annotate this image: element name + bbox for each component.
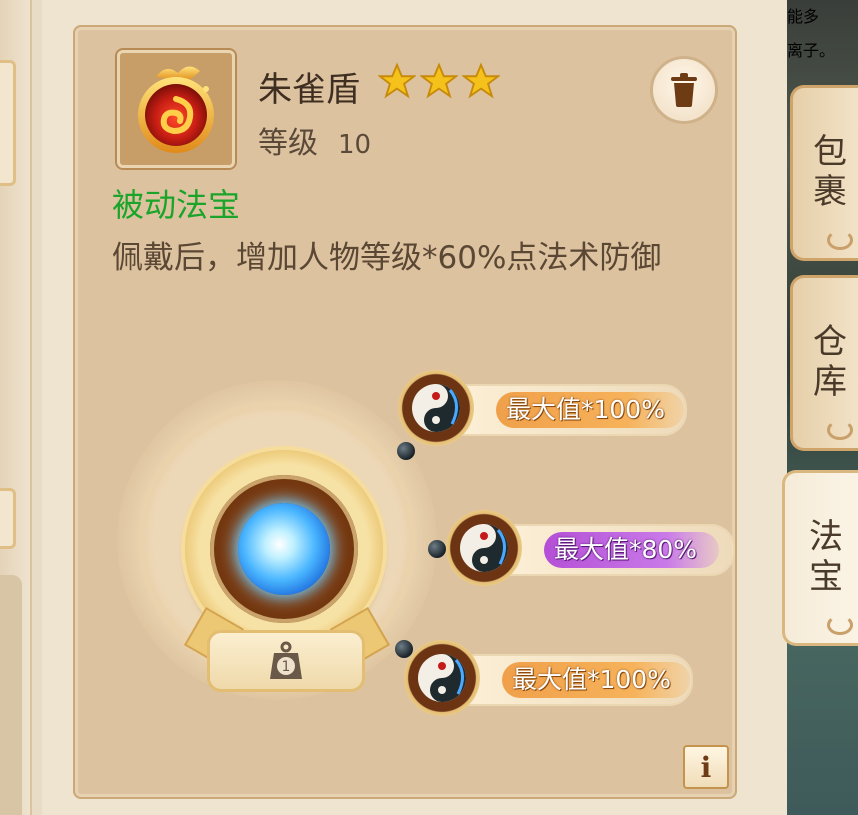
weight-badge-icon: 1 xyxy=(270,641,302,679)
item-icon-frame[interactable] xyxy=(117,50,235,168)
attribute-row-1[interactable]: 最大值*100% xyxy=(398,370,688,446)
treasure-type-label: 被动法宝 xyxy=(112,186,241,224)
background-chat-text: 能多 离子。 xyxy=(787,7,836,60)
slot-plaque: 1 xyxy=(207,630,365,692)
tab-storage-label: 仓库 xyxy=(806,323,847,403)
star-rating xyxy=(378,62,500,100)
star-icon xyxy=(420,62,458,99)
attribute-label: 最大值*100% xyxy=(496,392,684,428)
discard-button[interactable] xyxy=(650,56,718,124)
star-icon xyxy=(378,62,416,99)
attribute-label: 最大值*80% xyxy=(544,532,719,568)
blue-orb-icon xyxy=(238,503,330,595)
trash-icon xyxy=(671,73,697,107)
tab-bag-label: 包裹 xyxy=(806,133,847,213)
level-value: 10 xyxy=(338,130,372,160)
item-level: 等级 10 xyxy=(258,118,371,162)
info-button[interactable]: i xyxy=(683,745,729,789)
item-description: 佩戴后，增加人物等级*60%点法术防御 xyxy=(112,240,662,276)
attribute-row-3[interactable]: 最大值*100% xyxy=(404,640,694,716)
tab-bag[interactable]: 包裹 xyxy=(790,85,858,261)
curl-ornament xyxy=(827,230,853,250)
vermilion-bird-shield-icon xyxy=(138,66,214,153)
yin-yang-icon xyxy=(398,370,474,446)
left-lower-frame xyxy=(0,575,22,815)
slot-badge-number: 1 xyxy=(282,659,291,675)
tab-treasure[interactable]: 法宝 xyxy=(782,470,858,646)
level-label: 等级 xyxy=(258,126,318,161)
yin-yang-icon xyxy=(404,640,480,716)
socket-dot xyxy=(428,540,446,558)
left-tab-upper[interactable] xyxy=(0,60,16,186)
star-icon xyxy=(462,62,500,99)
socket-dot xyxy=(395,640,413,658)
curl-ornament xyxy=(827,420,853,440)
tab-treasure-label: 法宝 xyxy=(802,518,843,598)
attribute-label: 最大值*100% xyxy=(502,662,690,698)
tab-storage[interactable]: 仓库 xyxy=(790,275,858,451)
socket-dot xyxy=(397,442,415,460)
yin-yang-icon xyxy=(446,510,522,586)
attribute-row-2[interactable]: 最大值*80% xyxy=(446,510,736,586)
item-name: 朱雀盾 xyxy=(258,70,360,110)
curl-ornament xyxy=(827,615,853,635)
left-tab-middle[interactable] xyxy=(0,488,16,549)
